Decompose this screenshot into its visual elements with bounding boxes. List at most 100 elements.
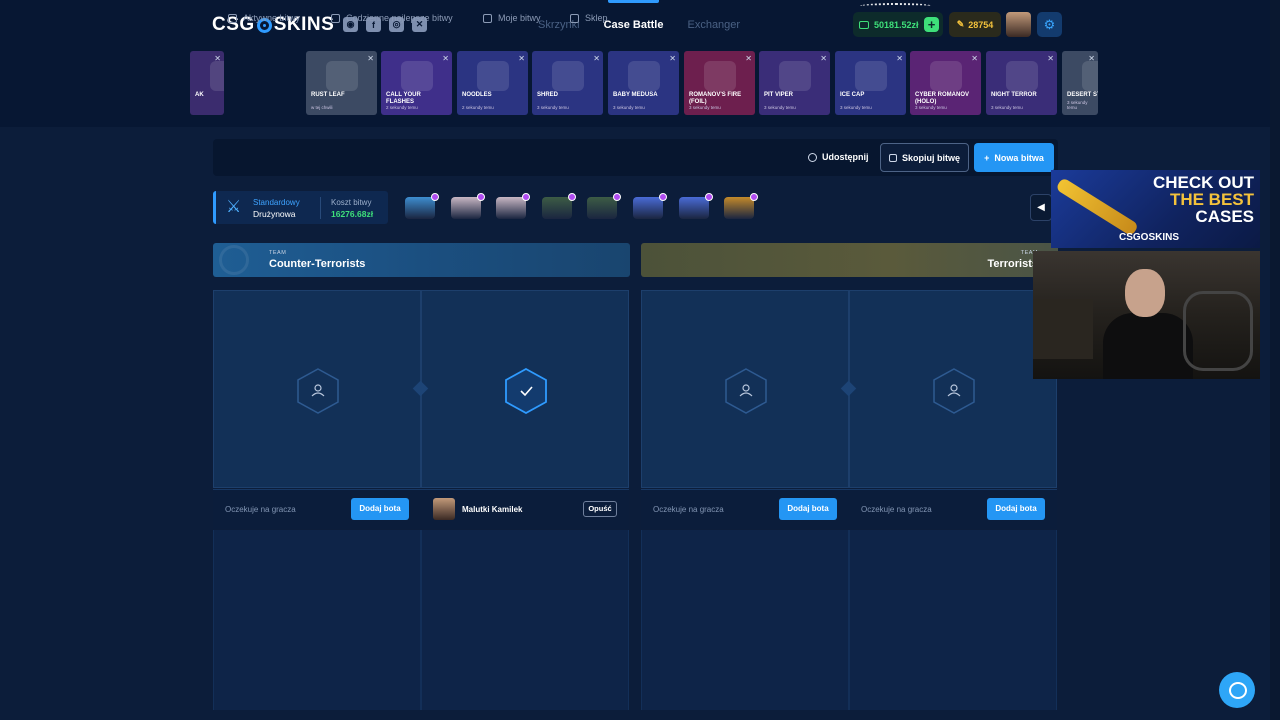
my-battles-tab[interactable]: Moje bitwy [483,13,541,23]
live-drop-card[interactable]: ✕ AK [190,51,224,115]
shop-tab[interactable]: Sklep [570,13,608,23]
share-icon [808,152,817,162]
close-icon[interactable]: ✕ [669,54,676,63]
close-icon[interactable]: ✕ [593,54,600,63]
player-slot-2 [421,290,629,488]
close-icon[interactable]: ✕ [971,54,978,63]
live-drop-card[interactable]: ✕ RUST LEAF w tej chwili [306,51,377,115]
collapse-arrow-button[interactable]: ◀ [1030,194,1052,221]
slot-4-status: Oczekuje na gracza Dodaj bota [849,489,1057,529]
chat-bubble-icon[interactable] [1219,672,1255,708]
waiting-text: Oczekuje na gracza [653,505,724,514]
copy-battle-button[interactable]: Skopiuj bitwę [880,143,969,172]
battle-case[interactable] [679,193,713,219]
battle-case[interactable] [633,193,667,219]
case-count-badge [750,193,758,201]
close-icon[interactable]: ✕ [1047,54,1054,63]
player-avatar [433,498,455,520]
user-icon [725,368,767,414]
skin-image [401,61,433,91]
skin-image [930,61,962,91]
user-icon [933,368,975,414]
ct-emblem-icon [219,245,249,275]
trophy-icon [331,13,340,23]
battle-case[interactable] [724,193,758,219]
team-ct-header: TEAM Counter-Terrorists [213,243,630,277]
drop-time: 3 sekundy temu [764,105,796,110]
add-bot-button[interactable]: Dodaj bota [351,498,409,520]
copy-battle-label: Skopiuj bitwę [901,152,960,163]
daily-best-label: Codzienne najlepsze bitwy [346,13,453,23]
live-drop-card[interactable]: ✕ BABY MEDUSA 3 sekundy temu [608,51,679,115]
live-drop-card[interactable]: ✕ ICE CAP 3 sekundy temu [835,51,906,115]
share-label: Udostępnij [822,152,869,162]
close-icon[interactable]: ✕ [518,54,525,63]
new-battle-button[interactable]: + Nowa bitwa [974,143,1054,172]
coins-value: 28754 [968,19,994,30]
battle-case[interactable] [496,193,530,219]
team-label: TEAM [269,250,287,256]
coins-display: ✎ 28754 [949,12,1001,37]
skin-image [779,61,811,91]
slot-3-status: Oczekuje na gracza Dodaj bota [641,489,849,529]
live-drop-card[interactable]: ✕ DESERT ST 3 sekundy temu [1062,51,1098,115]
slot-2-status: Malutki Kamilek Opuść [421,489,629,529]
close-icon[interactable]: ✕ [896,54,903,63]
close-icon[interactable]: ✕ [442,54,449,63]
basket-icon [570,13,579,23]
live-drop-card[interactable]: ✕ PIT VIPER 3 sekundy temu [759,51,830,115]
gear-icon[interactable]: ⚙ [1037,12,1062,37]
nav-case-battle[interactable]: Case Battle [604,0,663,31]
team-t-header: TEAM Terrorists [641,243,1058,277]
slot-2-drops [421,530,629,710]
add-bot-button[interactable]: Dodaj bota [987,498,1045,520]
drop-time: 3 sekundy temu [537,105,569,110]
battle-case[interactable] [587,193,621,219]
add-bot-button[interactable]: Dodaj bota [779,498,837,520]
skin-image [1082,61,1098,91]
battle-case[interactable] [542,193,576,219]
close-icon[interactable]: ✕ [820,54,827,63]
active-battles-tab[interactable]: Aktywne bitwy [228,13,300,23]
drop-time: 3 sekundy temu [915,105,947,110]
case-count-badge [613,193,621,201]
live-drop-card[interactable]: ✕ SHRED 3 sekundy temu [532,51,603,115]
live-drop-card[interactable]: ✕ CALL YOUR FLASHES 2 sekundy temu [381,51,452,115]
live-drop-card[interactable]: ✕ CYBER ROMANOV (HOLO) 3 sekundy temu [910,51,981,115]
deposit-plus-button[interactable]: + [924,17,939,32]
waiting-text: Oczekuje na gracza [861,505,932,514]
drop-skin-name: CALL YOUR FLASHES [386,92,421,105]
mode-variant: Drużynowa [253,209,296,219]
skin-image [326,61,358,91]
page-scrollbar[interactable] [1270,0,1280,720]
share-button[interactable]: Udostępnij [808,152,869,162]
leave-button[interactable]: Opuść [583,501,617,517]
user-icon [297,368,339,414]
drop-time: 3 sekundy temu [689,105,721,110]
skin-image [477,61,509,91]
webcam-overlay [1033,251,1260,379]
live-drop-card[interactable]: ✕ NOODLES 2 sekundy temu [457,51,528,115]
drop-skin-name: ICE CAP [840,92,865,98]
streamer [1103,261,1193,379]
battle-case[interactable] [451,193,485,219]
main-nav: Skrzynki Case Battle Exchanger [538,0,740,31]
battle-case[interactable] [405,193,439,219]
waiting-text: Oczekuje na gracza [225,505,296,514]
streamer-body [1103,313,1193,379]
drop-skin-name: PIT VIPER [764,92,794,98]
slot-1-drops [213,530,421,710]
live-drop-card[interactable]: ✕ NIGHT TERROR 3 sekundy temu [986,51,1057,115]
close-icon[interactable]: ✕ [367,54,374,63]
close-icon[interactable]: ✕ [745,54,752,63]
team-t-name: Terrorists [987,258,1038,270]
cost-label: Koszt bitwy [331,198,372,207]
player-slot-4 [849,290,1057,488]
daily-best-tab[interactable]: Codzienne najlepsze bitwy [331,13,453,23]
streamer-head [1125,269,1165,317]
nav-exchanger[interactable]: Exchanger [687,19,740,31]
live-drop-card[interactable]: ✕ ROMANOV'S FIRE (FOIL) 3 sekundy temu [684,51,755,115]
user-avatar[interactable] [1006,12,1031,37]
crossed-swords-icon: ⚔ [226,197,242,216]
cam-shelf [1033,299,1093,359]
